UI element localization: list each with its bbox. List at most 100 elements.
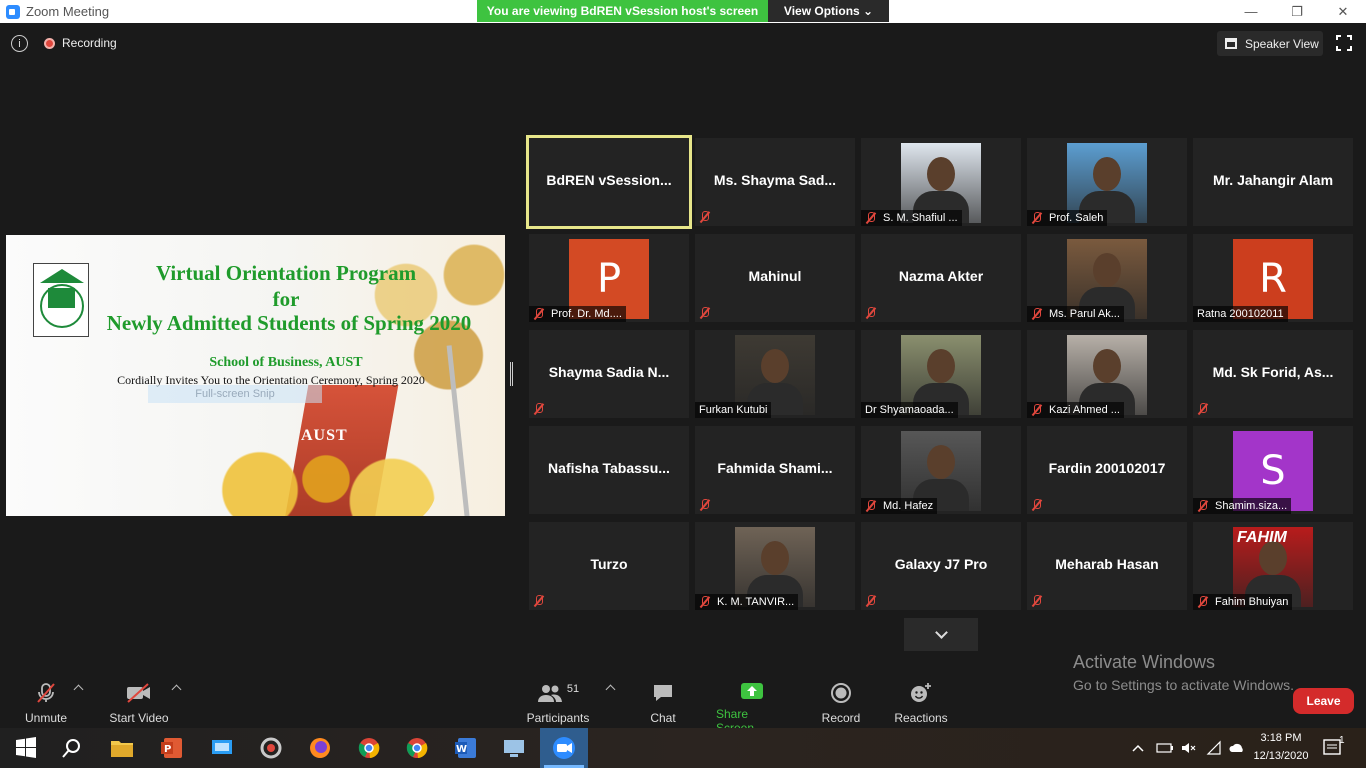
participant-name: Fardin 200102017 [1048,460,1166,476]
participant-name: Nazma Akter [898,268,984,284]
participant-label: S. M. Shafiul ... [861,210,962,226]
chrome-profile-icon[interactable] [357,736,381,760]
video-options-caret[interactable] [171,684,182,695]
volume-muted-icon[interactable] [1180,740,1196,756]
participants-options-caret[interactable] [605,684,616,695]
notification-badge: 1 [1339,735,1345,746]
participant-tile[interactable]: Md. Hafez [861,426,1021,514]
close-button[interactable]: ✕ [1320,0,1366,23]
participant-tile[interactable]: S. M. Shafiul ... [861,138,1021,226]
powerpoint-icon[interactable]: P [160,736,184,760]
recording-dot-icon [44,37,55,49]
participant-tile[interactable]: Fardin 200102017 [1027,426,1187,514]
windows-start-icon[interactable] [14,736,38,760]
participant-label: Shamim.siza... [1193,498,1292,514]
mic-muted-icon [699,211,711,223]
start-video-button[interactable]: Start Video [108,681,170,725]
participant-name: Mr. Jahangir Alam [1212,172,1334,188]
participant-name: Md. Sk Forid, As... [1212,364,1334,380]
participant-tile[interactable]: Mr. Jahangir Alam [1193,138,1353,226]
participant-tile[interactable]: Fahmida Shami... [695,426,855,514]
aust-logo [33,263,89,337]
gallery-next-page-button[interactable] [904,618,978,651]
meeting-info-icon[interactable]: i [11,35,28,52]
participant-tile[interactable]: Nafisha Tabassu... [529,426,689,514]
monitor-app-icon[interactable] [210,736,234,760]
participants-button[interactable]: 51 Participants [527,681,590,725]
participant-name: Mahinul [748,268,802,284]
word-icon[interactable]: W [454,736,478,760]
participant-tile[interactable]: R Ratna 200102011 [1193,234,1353,322]
leave-meeting-button[interactable]: Leave [1293,688,1354,714]
mic-muted-icon [1197,500,1209,512]
chrome-icon[interactable] [405,736,429,760]
participant-tile[interactable]: Mahinul [695,234,855,322]
chat-button[interactable]: Chat [648,681,678,725]
participant-tile[interactable]: Ms. Parul Ak... [1027,234,1187,322]
participant-name: Prof. Dr. Md.... [551,308,622,320]
participant-tile[interactable]: FAHIM Fahim Bhuiyan [1193,522,1353,610]
record-button[interactable]: Record [821,681,861,725]
recording-indicator[interactable]: Recording [44,34,117,52]
participant-label: Ratna 200102011 [1193,306,1288,322]
mic-muted-icon [699,596,711,608]
creative-cloud-icon[interactable] [259,736,283,760]
taskbar-time[interactable]: 3:18 PM [1253,732,1309,744]
participant-tile[interactable]: P Prof. Dr. Md.... [529,234,689,322]
activate-windows-subtitle: Go to Settings to activate Windows. [1073,677,1294,693]
participant-tile[interactable]: K. M. TANVIR... [695,522,855,610]
mic-muted-icon [533,308,545,320]
onedrive-icon[interactable] [1228,740,1246,756]
zoom-taskbar-icon[interactable] [540,728,588,768]
mic-muted-icon [34,681,58,705]
participant-tile[interactable]: Nazma Akter [861,234,1021,322]
participant-tile[interactable]: Furkan Kutubi [695,330,855,418]
remote-desktop-icon[interactable] [502,736,526,760]
view-options-button[interactable]: View Options ⌄ [768,0,889,22]
participant-name: Ratna 200102011 [1197,308,1284,320]
shared-screen[interactable]: AUST Virtual Orientation Program for New… [6,235,505,516]
participant-name: Galaxy J7 Pro [894,556,988,572]
slide-subtitle: School of Business, AUST [209,355,363,370]
wifi-icon[interactable] [1206,740,1222,756]
zoom-app-icon [6,4,20,19]
participant-tile[interactable]: Shayma Sadia N... [529,330,689,418]
participant-label: Ms. Parul Ak... [1027,306,1124,322]
taskbar-date[interactable]: 12/13/2020 [1253,750,1309,762]
participant-name: Dr Shyamaoada... [865,404,954,416]
participant-tile[interactable]: Ms. Shayma Sad... [695,138,855,226]
snip-overlay[interactable]: Full-screen Snip [148,385,322,403]
tray-expand-chevron-icon[interactable] [1130,740,1146,756]
participant-tile[interactable]: Turzo [529,522,689,610]
fullscreen-icon[interactable] [1336,35,1352,51]
battery-icon[interactable] [1156,740,1174,756]
mic-muted-icon [1031,595,1043,607]
participant-tile[interactable]: Md. Sk Forid, As... [1193,330,1353,418]
mic-muted-icon [865,595,877,607]
file-explorer-icon[interactable] [110,736,134,760]
thumbnail-overlay-text: FAHIM [1237,529,1287,546]
participant-tile[interactable]: Dr Shyamaoada... [861,330,1021,418]
participant-tile[interactable]: Kazi Ahmed ... [1027,330,1187,418]
viewing-screen-banner: You are viewing BdREN vSession host's sc… [477,0,768,22]
minimize-button[interactable]: — [1228,0,1274,23]
reactions-button[interactable]: Reactions [894,681,948,725]
chat-icon [652,681,674,705]
share-screen-button[interactable]: Share Screen [716,681,788,735]
participant-tile[interactable]: BdREN vSession... [526,135,692,229]
participant-tile[interactable]: S Shamim.siza... [1193,426,1353,514]
panel-splitter-handle[interactable] [510,362,513,386]
svg-text:W: W [456,744,467,755]
audio-options-caret[interactable] [73,684,84,695]
mic-muted-icon [699,499,711,511]
search-icon[interactable] [60,736,84,760]
firefox-icon[interactable] [308,736,332,760]
participant-tile[interactable]: Prof. Saleh [1027,138,1187,226]
unmute-button[interactable]: Unmute [24,681,68,725]
speaker-view-button[interactable]: Speaker View [1217,31,1323,56]
participant-tile[interactable]: Meharab Hasan [1027,522,1187,610]
restore-button[interactable]: ❐ [1274,0,1320,23]
participant-tile[interactable]: Galaxy J7 Pro [861,522,1021,610]
participant-name: Shamim.siza... [1215,500,1288,512]
participant-label: Prof. Saleh [1027,210,1108,226]
